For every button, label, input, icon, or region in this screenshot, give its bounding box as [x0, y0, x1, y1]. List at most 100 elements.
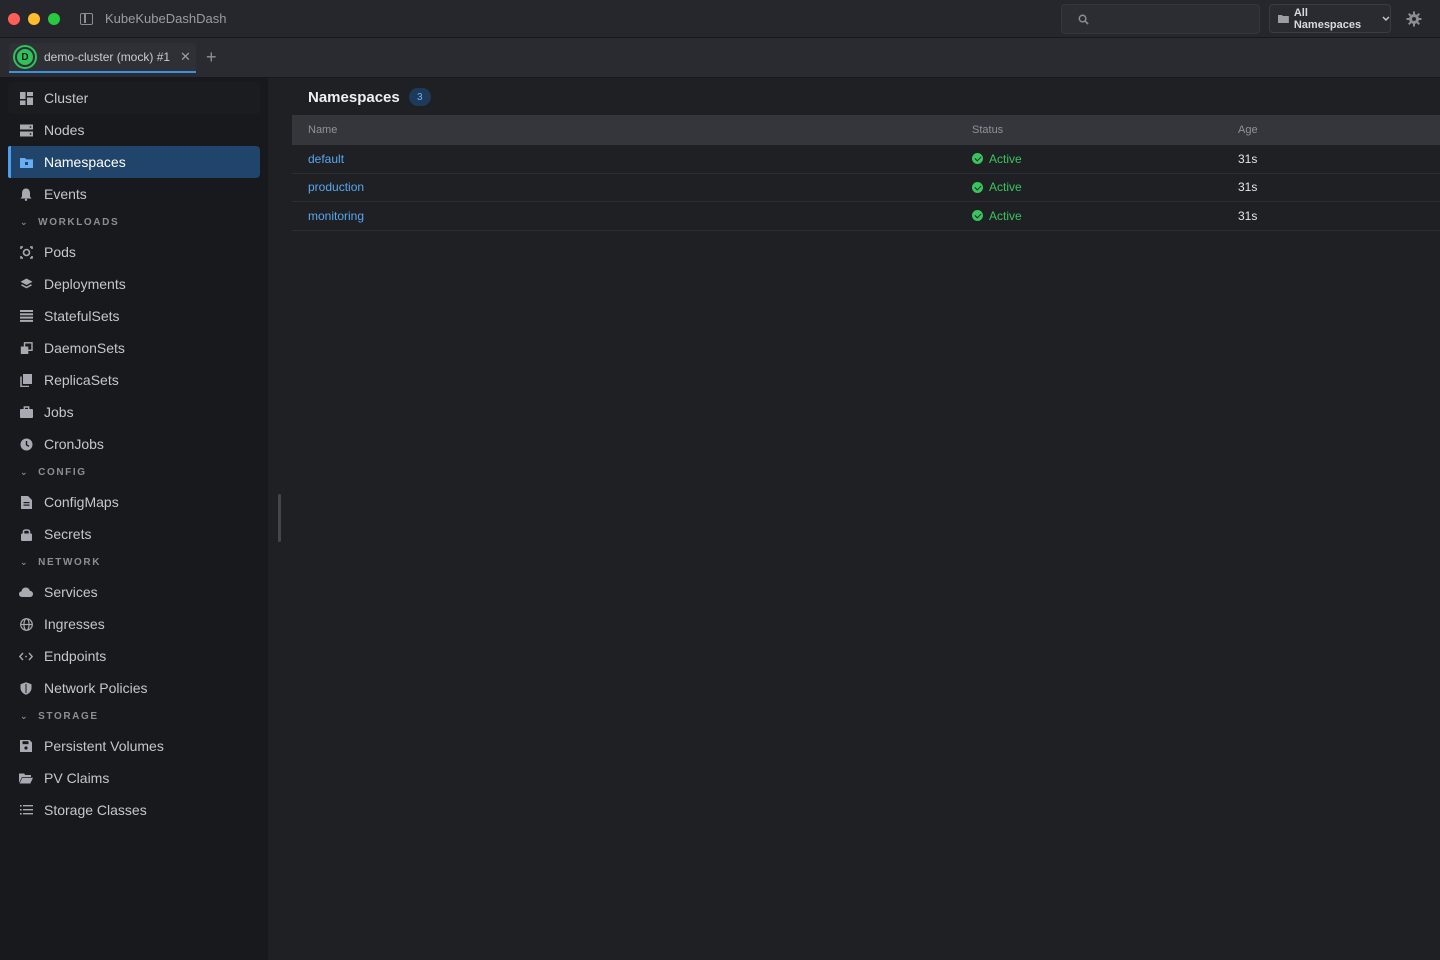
search-input[interactable]	[1097, 12, 1247, 26]
section-network[interactable]: ⌄ NETWORK	[20, 555, 101, 569]
save-icon	[19, 739, 33, 753]
column-header-status[interactable]: Status	[972, 124, 1003, 136]
main-content: Namespaces 3 Name Status Age default Act…	[292, 78, 1440, 960]
sidebar-item-label: StatefulSets	[44, 308, 120, 324]
close-window-button[interactable]	[8, 12, 20, 25]
sidebar-item-network-policies[interactable]: Network Policies	[8, 672, 260, 704]
lock-icon	[19, 527, 33, 541]
namespace-link[interactable]: default	[308, 152, 344, 166]
namespace-selector[interactable]: All Namespaces	[1269, 4, 1391, 33]
sidebar-item-label: Nodes	[44, 122, 85, 138]
namespaces-table: Name Status Age default Active 31s produ…	[292, 115, 1440, 231]
sidebar-item-pv-claims[interactable]: PV Claims	[8, 762, 260, 794]
cluster-avatar: D	[13, 45, 37, 69]
minimize-window-button[interactable]	[28, 12, 40, 25]
section-title: NETWORK	[38, 556, 102, 568]
section-title: STORAGE	[38, 710, 99, 722]
copy-icon	[19, 341, 33, 355]
dashboard-icon	[19, 91, 33, 105]
sidebar-item-cluster[interactable]: Cluster	[8, 82, 260, 114]
sidebar-item-namespaces[interactable]: Namespaces	[8, 146, 260, 178]
cluster-tab-label: demo-cluster (mock) #1	[44, 50, 171, 64]
sidebar-item-ingresses[interactable]: Ingresses	[8, 608, 260, 640]
section-storage[interactable]: ⌄ STORAGE	[20, 709, 99, 723]
folder-icon	[1278, 15, 1289, 23]
page-title-text: Namespaces	[308, 88, 400, 106]
chevron-down-icon: ⌄	[20, 216, 30, 227]
code-icon	[19, 649, 33, 663]
sidebar-item-services[interactable]: Services	[8, 576, 260, 608]
sidebar-item-label: ConfigMaps	[44, 494, 119, 510]
section-config[interactable]: ⌄ CONFIG	[20, 465, 87, 479]
age-text: 31s	[1238, 151, 1258, 166]
sidebar-item-label: Ingresses	[44, 616, 105, 632]
table-row[interactable]: default Active 31s	[292, 145, 1440, 174]
sidebar-item-label: Events	[44, 186, 87, 202]
sidebar-item-label: Network Policies	[44, 680, 148, 696]
sidebar-toggle-icon[interactable]	[80, 12, 93, 25]
sidebar-item-label: Deployments	[44, 276, 126, 292]
count-badge: 3	[408, 88, 431, 106]
pod-icon	[19, 245, 33, 259]
search-icon	[1078, 14, 1089, 25]
namespace-link[interactable]: production	[308, 180, 364, 194]
sidebar-item-secrets[interactable]: Secrets	[8, 518, 260, 550]
sidebar-item-label: Cluster	[44, 90, 89, 106]
table-header: Name Status Age	[292, 115, 1440, 145]
sidebar-item-cronjobs[interactable]: CronJobs	[8, 428, 260, 460]
status-text: Active	[989, 208, 1022, 223]
sidebar-item-replicasets[interactable]: ReplicaSets	[8, 364, 260, 396]
gear-icon[interactable]	[1406, 11, 1422, 27]
sidebar-item-label: Storage Classes	[44, 802, 147, 818]
column-header-name[interactable]: Name	[308, 124, 337, 136]
app-title: KubeKubeDashDash	[105, 11, 227, 26]
sidebar-item-label: Jobs	[44, 404, 74, 420]
sidebar-item-daemonsets[interactable]: DaemonSets	[8, 332, 260, 364]
namespace-link[interactable]: monitoring	[308, 209, 364, 223]
column-header-age[interactable]: Age	[1238, 124, 1258, 136]
globe-icon	[19, 617, 33, 631]
list-lines-icon	[19, 803, 33, 817]
sidebar-item-events[interactable]: Events	[8, 178, 260, 210]
search-box[interactable]	[1061, 4, 1260, 34]
replica-icon	[19, 373, 33, 387]
namespace-selector-label: All Namespaces	[1293, 6, 1362, 31]
briefcase-icon	[19, 405, 33, 419]
sidebar-item-label: Secrets	[44, 526, 92, 542]
sidebar-item-pods[interactable]: Pods	[8, 236, 260, 268]
sidebar-resize-handle[interactable]	[278, 494, 281, 542]
sidebar-item-configmaps[interactable]: ConfigMaps	[8, 486, 260, 518]
sidebar-item-deployments[interactable]: Deployments	[8, 268, 260, 300]
sidebar-item-statefulsets[interactable]: StatefulSets	[8, 300, 260, 332]
sidebar-item-label: Persistent Volumes	[44, 738, 164, 754]
section-workloads[interactable]: ⌄ WORKLOADS	[20, 215, 119, 229]
age-text: 31s	[1238, 180, 1258, 195]
server-icon	[19, 123, 33, 137]
title-bar: KubeKubeDashDash All Namespaces	[0, 0, 1440, 38]
sidebar-item-persistent-volumes[interactable]: Persistent Volumes	[8, 730, 260, 762]
sidebar-item-jobs[interactable]: Jobs	[8, 396, 260, 428]
chevron-down-icon: ⌄	[20, 710, 30, 721]
sidebar-item-label: PV Claims	[44, 770, 110, 786]
chevron-down-icon: ⌄	[20, 466, 30, 477]
maximize-window-button[interactable]	[48, 12, 60, 25]
add-tab-button[interactable]: +	[206, 48, 217, 66]
sidebar-item-label: CronJobs	[44, 436, 104, 452]
close-icon[interactable]: ✕	[180, 49, 191, 65]
sidebar-item-storage-classes[interactable]: Storage Classes	[8, 794, 260, 826]
table-row[interactable]: monitoring Active 31s	[292, 202, 1440, 231]
table-row[interactable]: production Active 31s	[292, 174, 1440, 202]
cluster-avatar-letter: D	[17, 49, 33, 65]
status-cell: Active	[972, 209, 1022, 223]
age-text: 31s	[1238, 208, 1258, 223]
sidebar-item-nodes[interactable]: Nodes	[8, 114, 260, 146]
list-icon	[19, 309, 33, 323]
window-controls	[8, 12, 60, 25]
sidebar-item-label: ReplicaSets	[44, 372, 119, 388]
sidebar-item-endpoints[interactable]: Endpoints	[8, 640, 260, 672]
status-text: Active	[989, 151, 1022, 166]
shield-icon	[19, 681, 33, 695]
status-text: Active	[989, 180, 1022, 195]
cluster-tab[interactable]: D demo-cluster (mock) #1 ✕	[9, 43, 196, 73]
check-circle-icon	[972, 153, 983, 165]
